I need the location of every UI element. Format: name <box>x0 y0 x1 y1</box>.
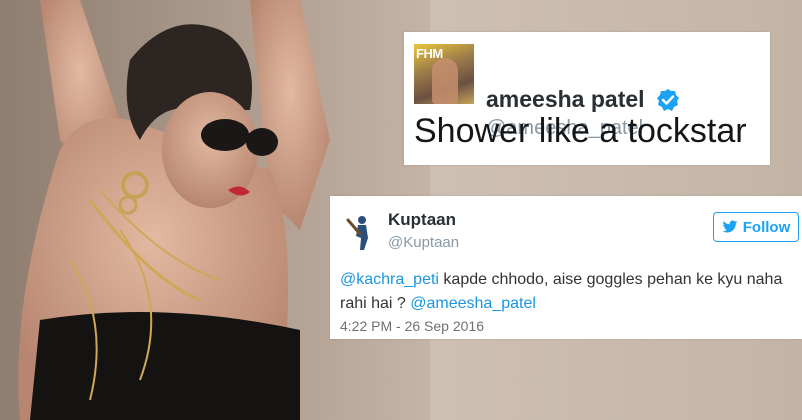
verified-badge-icon <box>657 89 679 111</box>
tweet-text: @kachra_peti kapde chhodo, aise goggles … <box>340 268 800 316</box>
avatar[interactable]: FHM <box>414 44 474 104</box>
follow-button[interactable]: Follow <box>713 212 799 242</box>
tweet-timestamp[interactable]: 4:22 PM - 26 Sep 2016 <box>340 318 484 334</box>
embedded-tweet-main: FHM ameesha patel @ameesha_patel Shower … <box>404 32 770 165</box>
avatar-figure <box>432 58 458 104</box>
mention-link[interactable]: @ameesha_patel <box>410 295 536 312</box>
twitter-bird-icon <box>722 220 738 233</box>
follow-label: Follow <box>742 218 791 236</box>
tweet-author-name[interactable]: ameesha patel <box>486 88 645 111</box>
tweet-author-handle[interactable]: @Kuptaan <box>388 234 459 251</box>
embedded-tweet-reply: Kuptaan @Kuptaan Follow @kachra_peti kap… <box>330 196 802 339</box>
tweet-author-name[interactable]: Kuptaan <box>388 210 456 230</box>
mention-link[interactable]: @kachra_peti <box>340 271 439 288</box>
cricket-avatar-icon[interactable] <box>338 210 380 252</box>
tweet-text: Shower like a tockstar <box>414 112 747 150</box>
